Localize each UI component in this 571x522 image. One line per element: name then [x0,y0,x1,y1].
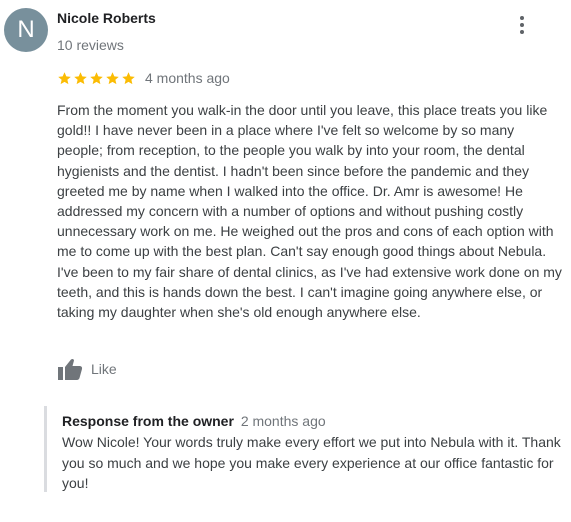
owner-response: Response from the owner 2 months ago Wow… [44,406,565,492]
star-icon [74,71,87,84]
review-date: 4 months ago [145,70,230,86]
owner-response-text: Wow Nicole! Your words truly make every … [62,434,561,491]
star-rating [57,71,136,86]
owner-response-date: 2 months ago [240,413,326,429]
star-icon [106,71,119,84]
like-button[interactable]: Like [57,356,117,382]
more-vertical-icon [520,16,524,34]
rating-row: 4 months ago [57,69,230,87]
star-icon [122,71,135,84]
reviewer-name[interactable]: Nicole Roberts [57,10,156,26]
review-count: 10 reviews [57,37,124,53]
review-text: From the moment you walk-in the door unt… [57,102,562,321]
more-options-button[interactable] [512,14,532,36]
star-icon [58,71,71,84]
avatar-letter: N [17,16,35,43]
avatar[interactable]: N [4,8,48,52]
owner-response-title: Response from the owner [62,413,234,429]
like-label: Like [91,361,117,377]
owner-response-header: Response from the owner 2 months ago [62,413,326,429]
star-icon [90,71,103,84]
thumbs-up-icon [58,358,83,380]
